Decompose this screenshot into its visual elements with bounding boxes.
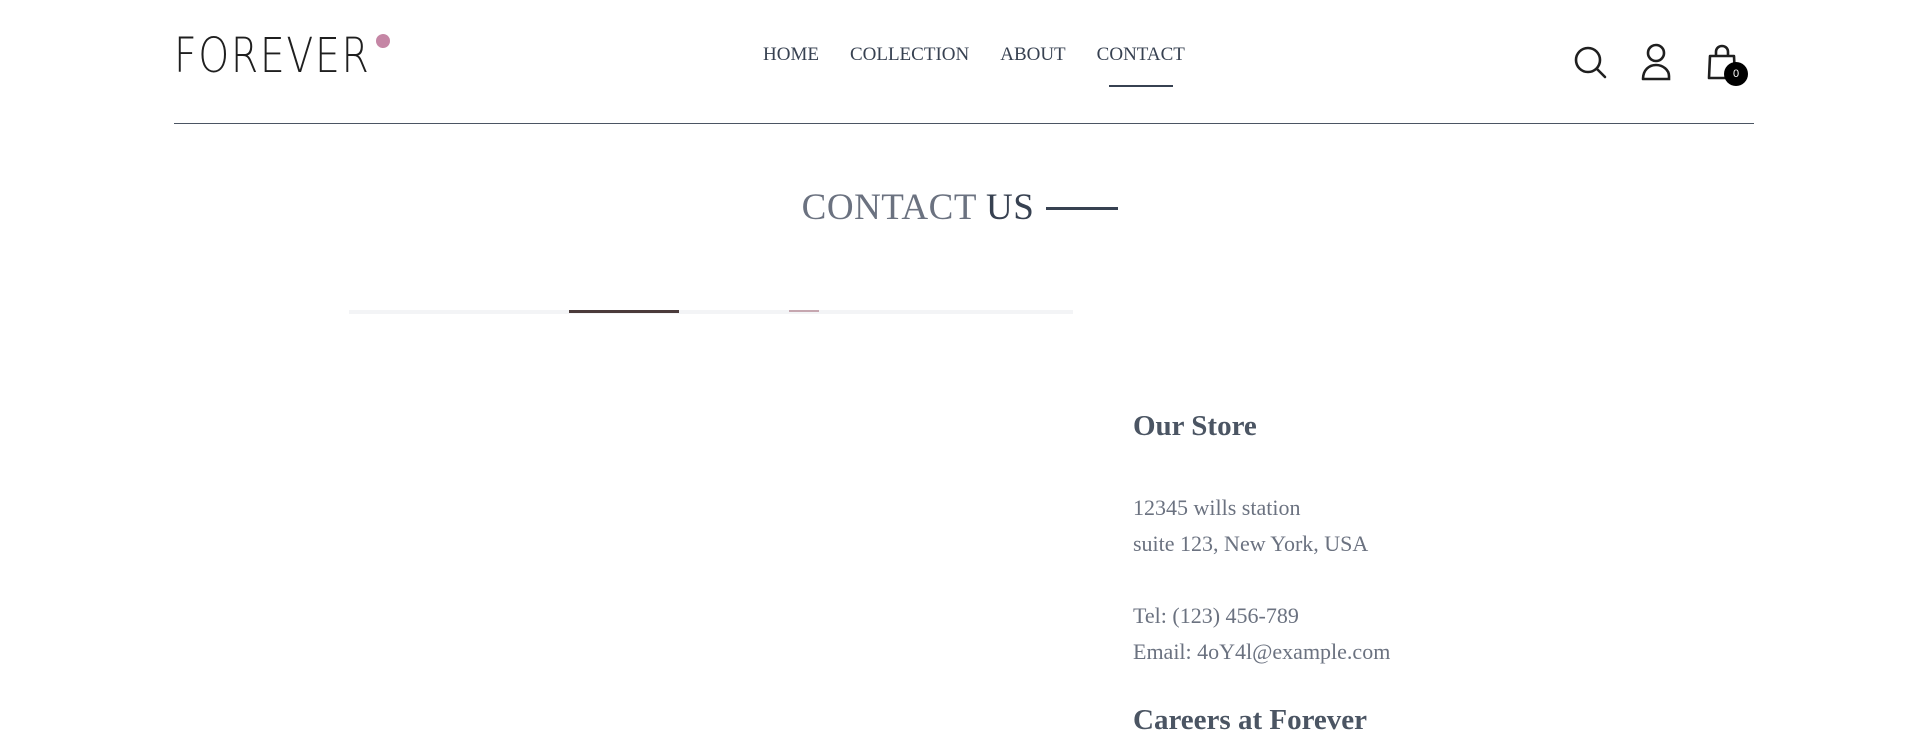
- title-underline: [1046, 207, 1119, 210]
- navbar: FOREVER HOME COLLECTION ABOUT CONTACT 0: [174, 0, 1754, 124]
- header-icons: 0: [1570, 40, 1754, 86]
- profile-icon[interactable]: [1636, 40, 1676, 84]
- store-email: Email: 4oY4l@example.com: [1133, 639, 1391, 664]
- logo-text: FOREVER: [174, 28, 371, 84]
- address-line-1: 12345 wills station: [1133, 495, 1301, 520]
- image-strip-pink: [789, 310, 819, 312]
- logo-dot: [376, 34, 390, 48]
- nav-contact[interactable]: CONTACT: [1097, 44, 1185, 87]
- contact-image: [349, 310, 1073, 314]
- page-title-text: CONTACT US: [802, 186, 1035, 229]
- image-strip-dark: [569, 310, 679, 313]
- main-nav: HOME COLLECTION ABOUT CONTACT: [763, 44, 1185, 87]
- store-phone: Tel: (123) 456-789: [1133, 603, 1299, 628]
- title-part2: US: [986, 187, 1035, 228]
- search-icon[interactable]: [1570, 40, 1610, 84]
- nav-home[interactable]: HOME: [763, 44, 819, 66]
- cart-icon[interactable]: 0: [1702, 40, 1748, 86]
- careers-heading: Careers at Forever: [1133, 704, 1368, 736]
- cart-count-badge: 0: [1724, 62, 1748, 86]
- address-line-2: suite 123, New York, USA: [1133, 531, 1369, 556]
- nav-about[interactable]: ABOUT: [1000, 44, 1065, 66]
- title-part1: CONTACT: [801, 187, 977, 228]
- page-title: CONTACT US: [0, 186, 1920, 229]
- store-heading: Our Store: [1133, 410, 1257, 442]
- nav-collection[interactable]: COLLECTION: [850, 44, 969, 66]
